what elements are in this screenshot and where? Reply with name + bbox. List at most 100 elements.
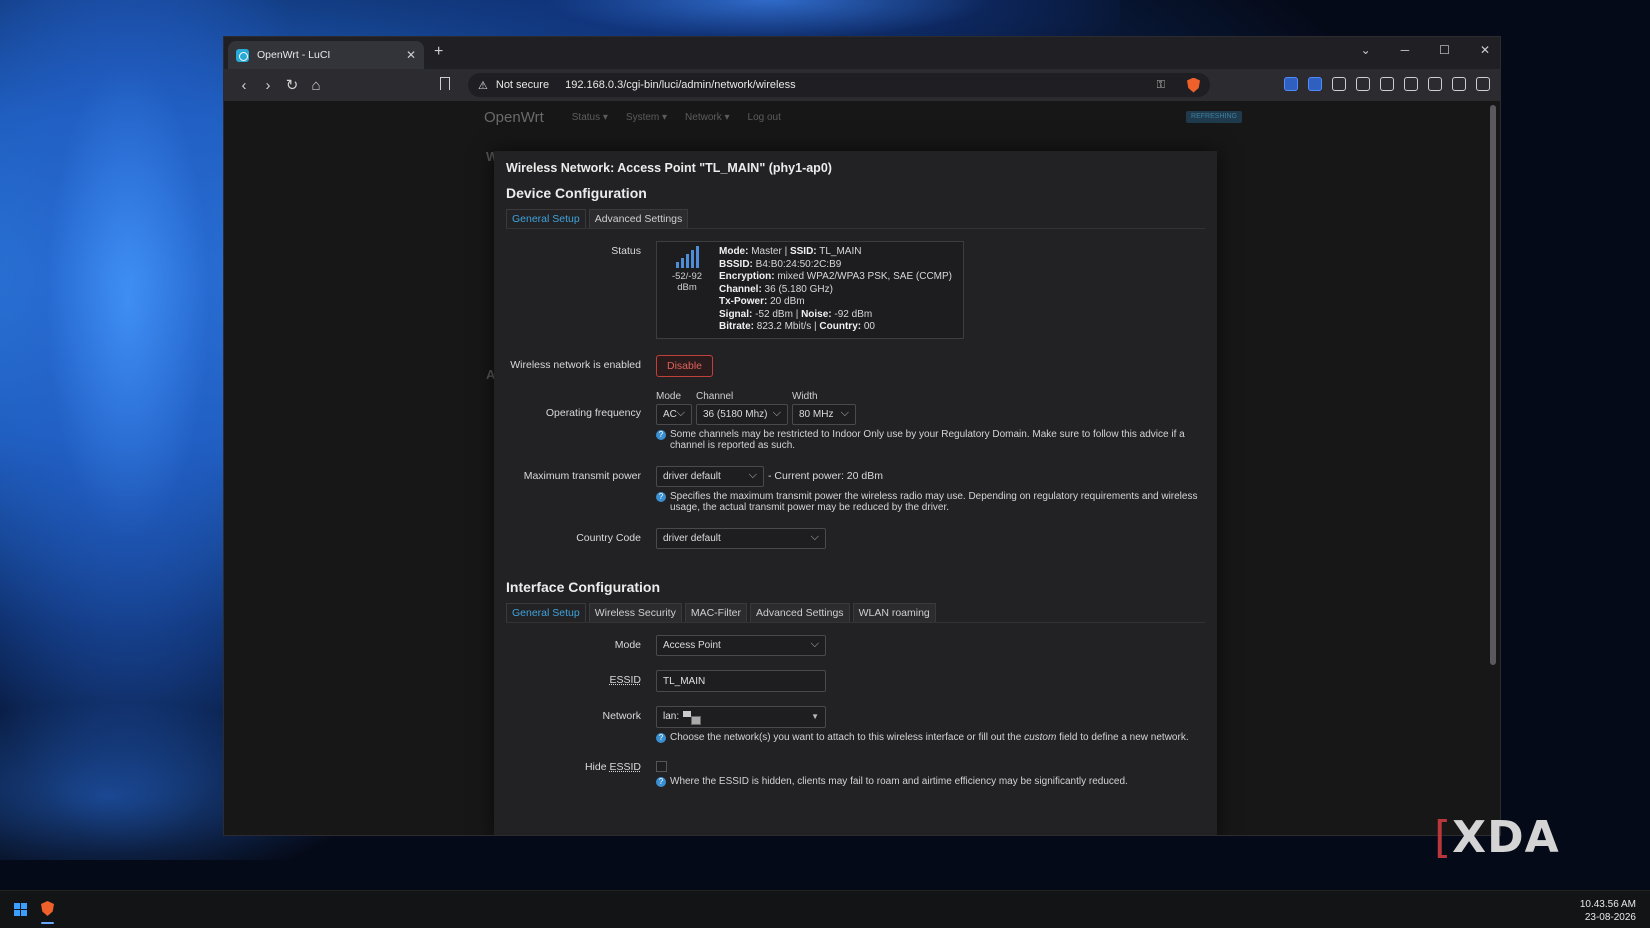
network-dropdown[interactable]: lan: ▼ xyxy=(656,705,826,728)
browser-window: OpenWrt - LuCI ✕ + ⌄ ─ ☐ ✕ ‹ › ↻ ⌂ ⚠ Not… xyxy=(223,36,1501,836)
leo-ai-icon[interactable] xyxy=(1428,77,1442,91)
hide-essid-checkbox[interactable] xyxy=(656,761,667,772)
width-select[interactable]: 80 MHz xyxy=(792,403,856,425)
browser-tab-luci[interactable]: OpenWrt - LuCI ✕ xyxy=(228,41,424,69)
interface-mode-label: Mode xyxy=(614,638,641,651)
forward-icon[interactable]: › xyxy=(256,77,280,94)
nav-status[interactable]: Status ▾ xyxy=(572,112,608,123)
close-window-icon[interactable]: ✕ xyxy=(1480,43,1490,57)
status-line: Tx-Power: 20 dBm xyxy=(719,296,805,307)
extension-icon[interactable] xyxy=(1332,77,1346,91)
tab-bar: OpenWrt - LuCI ✕ + ⌄ ─ ☐ ✕ xyxy=(224,37,1500,69)
network-row: Network lan: ▼ ? Choose the network(s) y… xyxy=(506,705,1205,744)
bitwarden-extension-icon[interactable] xyxy=(1284,77,1298,91)
sidebar-icon[interactable] xyxy=(1404,77,1418,91)
tab-wireless-security[interactable]: Wireless Security xyxy=(588,602,682,622)
channel-sublabel: Channel xyxy=(696,390,734,402)
help-icon: ? xyxy=(656,491,666,502)
hide-essid-hint: ? Where the ESSID is hidden, clients may… xyxy=(656,776,1205,788)
tab-title: OpenWrt - LuCI xyxy=(257,49,331,61)
status-line: Mode: Master | SSID: TL_MAIN xyxy=(719,246,862,257)
network-hint: ? Choose the network(s) you want to atta… xyxy=(656,732,1205,744)
address-bar[interactable]: ⚠ Not secure 192.168.0.3/cgi-bin/luci/ad… xyxy=(468,73,1210,97)
interface-config-heading: Interface Configuration xyxy=(506,578,661,595)
country-code-label: Country Code xyxy=(576,531,641,544)
tab-advanced-settings[interactable]: Advanced Settings xyxy=(750,602,850,622)
nav-system[interactable]: System ▾ xyxy=(626,112,667,123)
country-code-select[interactable]: driver default xyxy=(656,527,826,549)
maximize-icon[interactable]: ☐ xyxy=(1439,43,1450,57)
channel-hint: ? Some channels may be restricted to Ind… xyxy=(656,429,1205,452)
active-app-indicator xyxy=(41,922,54,924)
operating-frequency-row: Operating frequency Mode AC Channel 36 (… xyxy=(506,391,1205,452)
help-icon: ? xyxy=(656,777,666,787)
new-tab-button[interactable]: + xyxy=(434,43,443,61)
brave-taskbar-icon[interactable] xyxy=(41,901,54,916)
extensions-area xyxy=(1284,77,1490,91)
password-key-icon[interactable]: ⚿ xyxy=(1157,79,1165,92)
network-label: Network xyxy=(602,709,641,722)
back-icon[interactable]: ‹ xyxy=(232,77,256,94)
op-freq-label: Operating frequency xyxy=(545,406,641,419)
extension-icon[interactable] xyxy=(1356,77,1370,91)
reload-icon[interactable]: ↻ xyxy=(280,76,304,94)
nav-network[interactable]: Network ▾ xyxy=(685,112,729,123)
refresh-badge[interactable]: REFRESHING xyxy=(1186,111,1242,123)
warning-icon[interactable]: ⚠ xyxy=(478,79,488,92)
url-text[interactable]: 192.168.0.3/cgi-bin/luci/admin/network/w… xyxy=(565,79,1149,91)
puzzle-extensions-icon[interactable] xyxy=(1380,77,1394,91)
essid-input[interactable]: TL_MAIN xyxy=(656,669,826,692)
xda-watermark: [XDA xyxy=(1434,812,1560,863)
status-box: -52/-92 dBm Mode: Master | SSID: TL_MAIN… xyxy=(656,241,964,339)
tab-advanced-settings[interactable]: Advanced Settings xyxy=(588,209,689,228)
window-controls: ⌄ ─ ☐ ✕ xyxy=(1361,43,1490,57)
brave-shields-icon[interactable] xyxy=(1187,77,1200,93)
home-icon[interactable]: ⌂ xyxy=(304,77,328,94)
interface-config-tabs: General Setup Wireless Security MAC-Filt… xyxy=(506,602,1205,623)
status-row: Status -52/-92 dBm Mode: Master | SSID: … xyxy=(506,241,1205,339)
tx-power-hint: ? Specifies the maximum transmit power t… xyxy=(656,491,1205,514)
device-config-tabs: General Setup Advanced Settings xyxy=(506,209,1205,229)
luci-header: OpenWrt Status ▾ System ▾ Network ▾ Log … xyxy=(484,107,1224,127)
taskbar: 10.43.56 AM 23-08-2026 xyxy=(0,890,1650,928)
wireless-network-modal: Wireless Network: Access Point "TL_MAIN"… xyxy=(494,151,1217,835)
security-label[interactable]: Not secure xyxy=(496,79,549,91)
network-interface-icon xyxy=(683,709,702,725)
luci-brand[interactable]: OpenWrt xyxy=(484,109,544,126)
essid-label: ESSID xyxy=(609,673,641,686)
nav-logout[interactable]: Log out xyxy=(748,112,781,123)
status-line: Bitrate: 823.2 Mbit/s | Country: 00 xyxy=(719,321,875,332)
modal-title: Wireless Network: Access Point "TL_MAIN"… xyxy=(506,161,832,175)
tab-general-setup[interactable]: General Setup xyxy=(506,602,586,622)
tab-general-setup[interactable]: General Setup xyxy=(506,209,586,228)
windows-start-icon[interactable] xyxy=(14,903,27,916)
extension-icon[interactable] xyxy=(1308,77,1322,91)
tx-power-label: Maximum transmit power xyxy=(523,469,641,482)
openwrt-favicon-icon xyxy=(236,48,249,62)
status-line: BSSID: B4:B0:24:50:2C:B9 xyxy=(719,258,842,270)
tx-power-select[interactable]: driver default xyxy=(656,465,764,487)
mode-select[interactable]: AC xyxy=(656,403,692,425)
hide-essid-label: Hide ESSID xyxy=(584,761,641,773)
minimize-icon[interactable]: ─ xyxy=(1401,43,1410,57)
interface-mode-select[interactable]: Access Point xyxy=(656,634,826,656)
width-sublabel: Width xyxy=(792,390,818,402)
wallet-icon[interactable] xyxy=(1452,77,1466,91)
bookmark-icon[interactable] xyxy=(440,77,450,90)
close-tab-icon[interactable]: ✕ xyxy=(406,48,416,62)
network-value: lan: xyxy=(663,711,680,722)
channel-select[interactable]: 36 (5180 Mhz) xyxy=(696,403,788,425)
page-scrollbar[interactable] xyxy=(1490,105,1496,665)
interface-mode-row: Mode Access Point xyxy=(506,634,1205,656)
browser-toolbar: ‹ › ↻ ⌂ ⚠ Not secure 192.168.0.3/cgi-bin… xyxy=(224,69,1500,101)
menu-icon[interactable] xyxy=(1476,77,1490,91)
tab-mac-filter[interactable]: MAC-Filter xyxy=(684,602,747,622)
tx-power-row: Maximum transmit power driver default - … xyxy=(506,465,1205,514)
taskbar-clock[interactable]: 10.43.56 AM 23-08-2026 xyxy=(1580,898,1636,924)
disable-button[interactable]: Disable xyxy=(656,354,714,377)
enabled-row: Wireless network is enabled Disable xyxy=(506,354,1205,377)
status-line: Encryption: mixed WPA2/WPA3 PSK, SAE (CC… xyxy=(719,271,953,282)
frequency-selects: Mode AC Channel 36 (5180 Mhz) Width 80 M… xyxy=(656,391,1205,425)
tab-list-icon[interactable]: ⌄ xyxy=(1361,43,1371,57)
tab-wlan-roaming[interactable]: WLAN roaming xyxy=(852,602,936,622)
